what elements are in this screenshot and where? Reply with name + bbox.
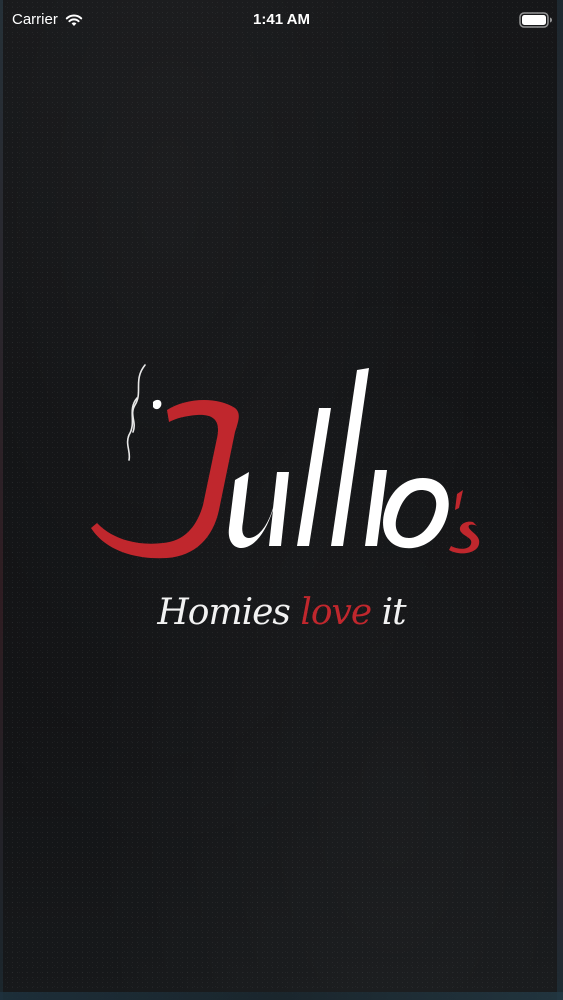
left-edge-tint bbox=[0, 0, 3, 1000]
bottom-edge-tint bbox=[0, 992, 563, 1000]
brand-logo bbox=[85, 360, 485, 580]
right-edge-tint bbox=[557, 0, 563, 1000]
logo-artwork bbox=[91, 364, 480, 559]
logo-letter-o bbox=[383, 478, 449, 549]
logo-apostrophe-s bbox=[455, 490, 463, 510]
tagline-accent: love bbox=[300, 592, 372, 633]
battery-full-icon bbox=[519, 12, 552, 28]
brand-tagline: Homies love it bbox=[0, 592, 563, 633]
tagline-part-1: Homies bbox=[157, 592, 290, 633]
status-bar: Carrier 1:41 AM bbox=[0, 0, 563, 40]
logo-letter-j bbox=[91, 399, 239, 559]
logo-letter-i bbox=[365, 470, 387, 546]
tagline-part-2: it bbox=[381, 592, 407, 633]
logo-letter-u bbox=[228, 472, 289, 548]
logo-letter-l2 bbox=[331, 368, 369, 546]
status-time: 1:41 AM bbox=[253, 11, 310, 28]
splash-screen: Carrier 1:41 AM Homies love it bbox=[0, 0, 563, 1000]
steam-icon bbox=[126, 364, 146, 461]
logo-letter-l bbox=[297, 408, 331, 546]
